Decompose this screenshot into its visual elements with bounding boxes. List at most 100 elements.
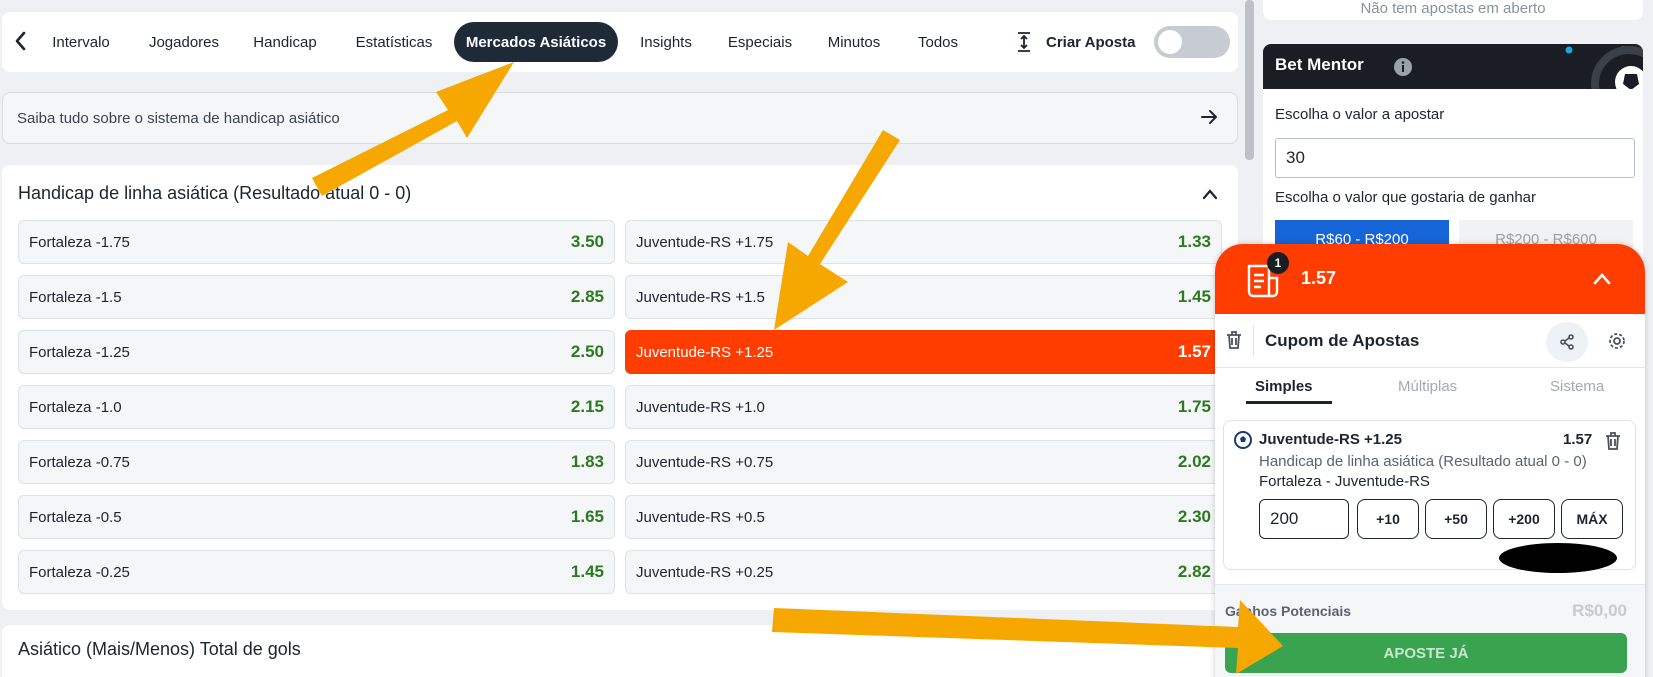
- odd-label: Fortaleza -0.25: [29, 563, 130, 581]
- stake-input[interactable]: 200: [1259, 499, 1349, 539]
- quick-add-50-button[interactable]: +50: [1425, 499, 1487, 539]
- odd-label: Fortaleza -1.0: [29, 398, 122, 416]
- odd-button-away[interactable]: Juventude-RS +0.25 2.82: [625, 550, 1222, 594]
- odd-label: Juventude-RS +0.5: [636, 508, 765, 526]
- odd-value: 2.30: [1177, 507, 1211, 526]
- max-stake-button[interactable]: MÁX: [1561, 499, 1623, 539]
- tab-mercados-asiaticos[interactable]: Mercados Asiáticos: [454, 22, 618, 62]
- odd-value: 1.45: [570, 562, 604, 581]
- win-label: Escolha o valor que gostaria de ganhar: [1275, 189, 1537, 206]
- tab-insights[interactable]: Insights: [628, 22, 704, 62]
- bet-slip-footer: Ganhos Potenciais R$0,00 APOSTE JÁ: [1215, 584, 1645, 677]
- odd-button-away[interactable]: Juventude-RS +1.0 1.75: [625, 385, 1222, 429]
- redaction-blob: [1499, 543, 1617, 573]
- bet-slip-toolbar: Cupom de Apostas: [1215, 314, 1645, 368]
- asian-total-goals-market-panel[interactable]: Asiático (Mais/Menos) Total de gols: [2, 625, 1238, 677]
- tab-todos[interactable]: Todos: [906, 22, 970, 62]
- odd-value: 3.50: [570, 232, 604, 251]
- football-decoration-icon: [1565, 46, 1643, 89]
- chevron-up-icon[interactable]: [1202, 187, 1218, 205]
- odd-label: Juventude-RS +1.0: [636, 398, 765, 416]
- active-tab-indicator: [1246, 401, 1332, 404]
- asian-handicap-market-panel: Handicap de linha asiática (Resultado at…: [2, 165, 1238, 610]
- selection-market: Handicap de linha asiática (Resultado at…: [1259, 453, 1587, 470]
- tab-especiais[interactable]: Especiais: [718, 22, 802, 62]
- stake-label: Escolha o valor a apostar: [1275, 106, 1445, 123]
- no-open-bets-text: Não tem apostas em aberto: [1263, 0, 1643, 20]
- odd-button-home[interactable]: Fortaleza -0.75 1.83: [18, 440, 615, 484]
- quick-add-200-button[interactable]: +200: [1493, 499, 1555, 539]
- market-title: Handicap de linha asiática (Resultado at…: [18, 183, 412, 203]
- odd-label: Fortaleza -0.75: [29, 453, 130, 471]
- odd-label: Juventude-RS +1.5: [636, 288, 765, 306]
- odd-value: 1.57: [1177, 342, 1211, 361]
- tab-simples[interactable]: Simples: [1255, 378, 1313, 395]
- tab-jogadores[interactable]: Jogadores: [136, 22, 232, 62]
- share-icon: [1560, 334, 1574, 350]
- odd-value: 1.75: [1177, 397, 1211, 416]
- back-icon[interactable]: [10, 26, 32, 56]
- selection-card: Juventude-RS +1.25 1.57 Handicap de linh…: [1223, 420, 1636, 573]
- selection-odd: 1.57: [1563, 431, 1593, 448]
- selection-match: Fortaleza - Juventude-RS: [1259, 473, 1430, 490]
- odd-button-away[interactable]: Juventude-RS +1.75 1.33: [625, 220, 1222, 264]
- tab-handicap[interactable]: Handicap: [242, 22, 328, 62]
- odd-button-home[interactable]: Fortaleza -0.5 1.65: [18, 495, 615, 539]
- odd-value: 1.33: [1177, 232, 1211, 251]
- odd-label: Juventude-RS +0.25: [636, 563, 774, 581]
- odd-label: Juventude-RS +0.75: [636, 453, 774, 471]
- bet-mentor-header: Bet Mentor: [1263, 44, 1643, 89]
- odd-button-home[interactable]: Fortaleza -1.0 2.15: [18, 385, 615, 429]
- divider: [1253, 326, 1254, 356]
- trash-icon[interactable]: [1225, 330, 1243, 350]
- market-tab-bar: Intervalo Jogadores Handicap Estatística…: [2, 12, 1238, 72]
- odd-value: 1.83: [570, 452, 604, 471]
- odd-button-away[interactable]: Juventude-RS +1.5 1.45: [625, 275, 1222, 319]
- potential-winnings-value: R$0,00: [1572, 601, 1627, 620]
- bet-mentor-title: Bet Mentor: [1275, 55, 1364, 74]
- tab-estatisticas[interactable]: Estatísticas: [344, 22, 444, 62]
- odd-label: Fortaleza -0.5: [29, 508, 122, 526]
- odd-value: 2.50: [570, 342, 604, 361]
- odd-button-home[interactable]: Fortaleza -1.25 2.50: [18, 330, 615, 374]
- odd-button-home[interactable]: Fortaleza -0.25 1.45: [18, 550, 615, 594]
- odd-value: 2.82: [1177, 562, 1211, 581]
- bet-slip-header[interactable]: 1 1.57: [1215, 244, 1645, 314]
- odd-value: 2.02: [1177, 452, 1211, 471]
- tab-intervalo[interactable]: Intervalo: [36, 22, 126, 62]
- selection-name: Juventude-RS +1.25: [1259, 431, 1402, 448]
- asian-handicap-info-banner[interactable]: Saiba tudo sobre o sistema de handicap a…: [2, 92, 1238, 144]
- tab-sistema[interactable]: Sistema: [1550, 378, 1604, 395]
- bet-builder-label: Criar Aposta: [1046, 33, 1136, 51]
- odd-button-away[interactable]: Juventude-RS +1.25 1.57: [625, 330, 1222, 374]
- bet-builder-toggle[interactable]: [1154, 26, 1230, 58]
- odd-button-home[interactable]: Fortaleza -1.5 2.85: [18, 275, 615, 319]
- odd-value: 2.85: [570, 287, 604, 306]
- odd-label: Fortaleza -1.75: [29, 233, 130, 251]
- place-bet-button[interactable]: APOSTE JÁ: [1225, 633, 1627, 673]
- trash-icon[interactable]: [1604, 431, 1622, 451]
- chevron-up-icon[interactable]: [1593, 272, 1611, 286]
- bet-slip-title: Cupom de Apostas: [1265, 331, 1420, 350]
- odd-value: 1.45: [1177, 287, 1211, 306]
- odd-label: Fortaleza -1.25: [29, 343, 130, 361]
- arrow-right-icon: [1199, 107, 1219, 131]
- potential-winnings-label: Ganhos Potenciais: [1225, 603, 1352, 619]
- stake-input[interactable]: 30: [1275, 138, 1635, 178]
- odd-button-away[interactable]: Juventude-RS +0.5 2.30: [625, 495, 1222, 539]
- odd-button-away[interactable]: Juventude-RS +0.75 2.02: [625, 440, 1222, 484]
- settings-gear-icon[interactable]: [1607, 331, 1627, 351]
- odd-button-home[interactable]: Fortaleza -1.75 3.50: [18, 220, 615, 264]
- odd-value: 2.15: [570, 397, 604, 416]
- bet-slip: 1 1.57 Cupom de Apostas Simples Múltipla…: [1215, 244, 1645, 677]
- tab-minutos[interactable]: Minutos: [814, 22, 894, 62]
- expand-vertical-icon: [1016, 31, 1032, 53]
- market2-title: Asiático (Mais/Menos) Total de gols: [18, 639, 301, 659]
- tab-multiplas[interactable]: Múltiplas: [1398, 378, 1457, 395]
- scrollbar[interactable]: [1245, 0, 1254, 160]
- odd-label: Juventude-RS +1.25: [636, 343, 774, 361]
- info-icon[interactable]: [1393, 57, 1413, 82]
- quick-add-10-button[interactable]: +10: [1357, 499, 1419, 539]
- share-button[interactable]: [1546, 322, 1588, 362]
- bet-count-badge: 1: [1267, 252, 1289, 274]
